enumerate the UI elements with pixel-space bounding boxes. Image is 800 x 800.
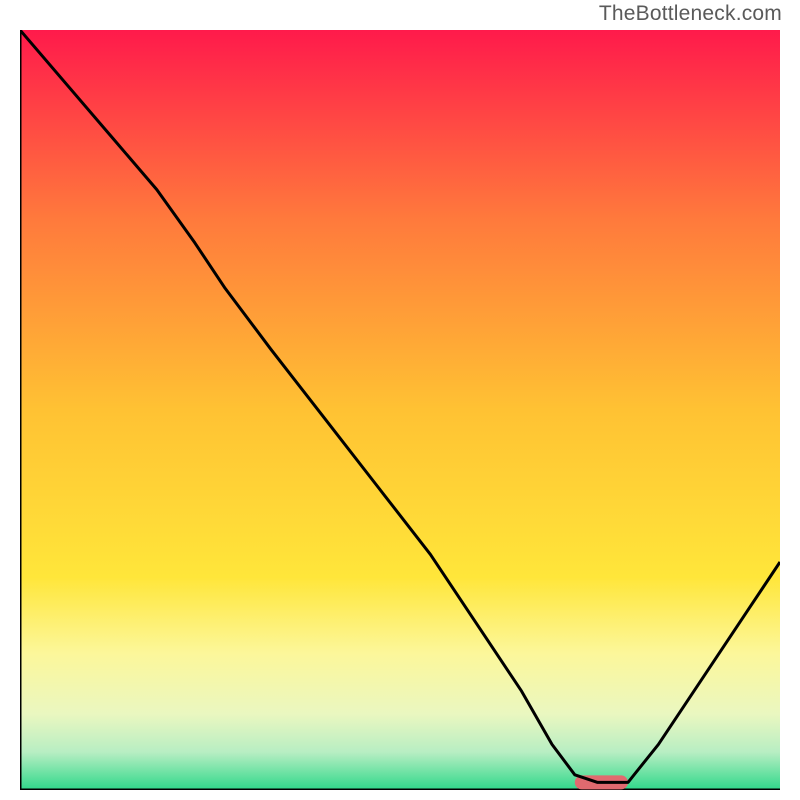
chart-background	[20, 30, 780, 790]
watermark-text: TheBottleneck.com	[599, 2, 782, 26]
bottleneck-chart	[20, 30, 780, 790]
chart-svg	[20, 30, 780, 790]
